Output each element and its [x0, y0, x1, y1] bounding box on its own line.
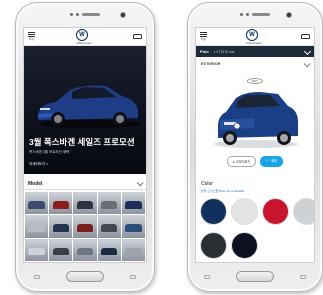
- color-swatches: [200, 198, 314, 259]
- model-thumbnail[interactable]: [25, 238, 49, 261]
- menu-label: 메뉴: [200, 37, 207, 41]
- chevron-down-icon: [136, 179, 144, 187]
- phone-right: 메뉴 W Volkswagen Polo 1.4 TDI R-Line EXTE…: [187, 2, 323, 292]
- promo-title: 3월 폭스바겐 세일즈 프로모션: [29, 137, 135, 147]
- recent-apps-key: [204, 275, 210, 279]
- promo-subtitle: 폭스바겐 3월 프로모션 혜택: [29, 150, 70, 154]
- model-dropdown[interactable]: Model: [24, 178, 146, 190]
- promo-banner[interactable]: 3월 폭스바겐 세일즈 프로모션 폭스바겐 3월 프로모션 혜택 자세히보기 >: [24, 46, 146, 174]
- model-thumbnail[interactable]: [49, 238, 73, 261]
- model-thumbnail[interactable]: [97, 238, 121, 261]
- front-camera: [120, 12, 126, 18]
- model-thumbnail[interactable]: [25, 215, 49, 238]
- model-thumbnail[interactable]: [97, 192, 121, 215]
- promo-more-link[interactable]: 자세히보기 >: [29, 162, 48, 167]
- color-swatch[interactable]: [200, 232, 227, 259]
- front-camera: [286, 12, 292, 18]
- selected-color-name: 블루 오닉스펄 Blue Onyx Metallic: [201, 189, 245, 193]
- color-swatch[interactable]: [231, 198, 258, 225]
- configurator-car-image[interactable]: [204, 82, 309, 150]
- home-button: [236, 271, 274, 282]
- model-label: Model: [28, 180, 43, 187]
- screen-home: 메뉴 W Volkswagen 3월 폭스바겐 세일즈 프로모션 폭스바겐 3월…: [23, 27, 147, 263]
- model-thumbnail[interactable]: [49, 192, 73, 215]
- model-name: Polo: [200, 49, 209, 54]
- phone-left: 메뉴 W Volkswagen 3월 폭스바겐 세일즈 프로모션 폭스바겐 3월…: [15, 2, 155, 292]
- car-icon[interactable]: [300, 34, 310, 39]
- model-thumbnail[interactable]: [25, 192, 49, 215]
- car-icon[interactable]: [132, 34, 142, 39]
- brand-tag: Volkswagen: [75, 40, 92, 45]
- brand[interactable]: W Volkswagen: [245, 28, 262, 45]
- chevron-down-icon: [303, 59, 311, 67]
- chevron-down-icon: [303, 47, 312, 56]
- model-thumbnail[interactable]: [73, 192, 97, 215]
- color-swatch[interactable]: [200, 198, 227, 225]
- model-thumbnail[interactable]: [121, 192, 145, 215]
- trim-name: 1.4 TDI R-Line: [213, 49, 235, 54]
- model-thumbnail[interactable]: [121, 215, 145, 238]
- model-grid: [24, 191, 146, 262]
- zoom-button[interactable]: 🔍 확대: [260, 156, 284, 167]
- model-thumbnail[interactable]: [49, 215, 73, 238]
- menu-button[interactable]: 메뉴: [28, 32, 35, 41]
- model-thumbnail[interactable]: [73, 238, 97, 261]
- model-thumbnail[interactable]: [73, 215, 97, 238]
- brand[interactable]: W Volkswagen: [75, 28, 92, 45]
- menu-label: 메뉴: [28, 37, 35, 41]
- earpiece: [68, 13, 102, 17]
- brand-tag: Volkswagen: [245, 40, 262, 45]
- color-section-title: Color: [201, 181, 213, 187]
- earpiece: [238, 13, 272, 17]
- vw-logo-icon: W: [75, 28, 88, 41]
- recent-apps-key: [34, 275, 40, 279]
- top-nav: 메뉴 W Volkswagen: [196, 28, 314, 46]
- hero-car-image: [38, 85, 140, 128]
- color-swatch[interactable]: [293, 198, 314, 225]
- screen-configurator: 메뉴 W Volkswagen Polo 1.4 TDI R-Line EXTE…: [195, 27, 315, 263]
- back-key: [300, 275, 306, 279]
- top-nav: 메뉴 W Volkswagen: [24, 28, 146, 46]
- color-swatch[interactable]: [231, 232, 258, 259]
- exterior-dropdown[interactable]: EXTERIOR: [196, 59, 314, 69]
- back-key: [130, 275, 136, 279]
- exterior-label: EXTERIOR: [201, 62, 221, 66]
- model-header[interactable]: Polo 1.4 TDI R-Line: [196, 46, 314, 57]
- model-thumbnail[interactable]: [97, 215, 121, 238]
- gallery-button[interactable]: ● 이미지보기: [226, 156, 257, 167]
- model-thumbnail[interactable]: [121, 238, 145, 261]
- color-swatch[interactable]: [262, 198, 289, 225]
- menu-button[interactable]: 메뉴: [200, 32, 207, 41]
- home-button: [66, 271, 104, 282]
- view-buttons: ● 이미지보기 🔍 확대: [196, 156, 314, 167]
- vw-logo-icon: W: [245, 28, 258, 41]
